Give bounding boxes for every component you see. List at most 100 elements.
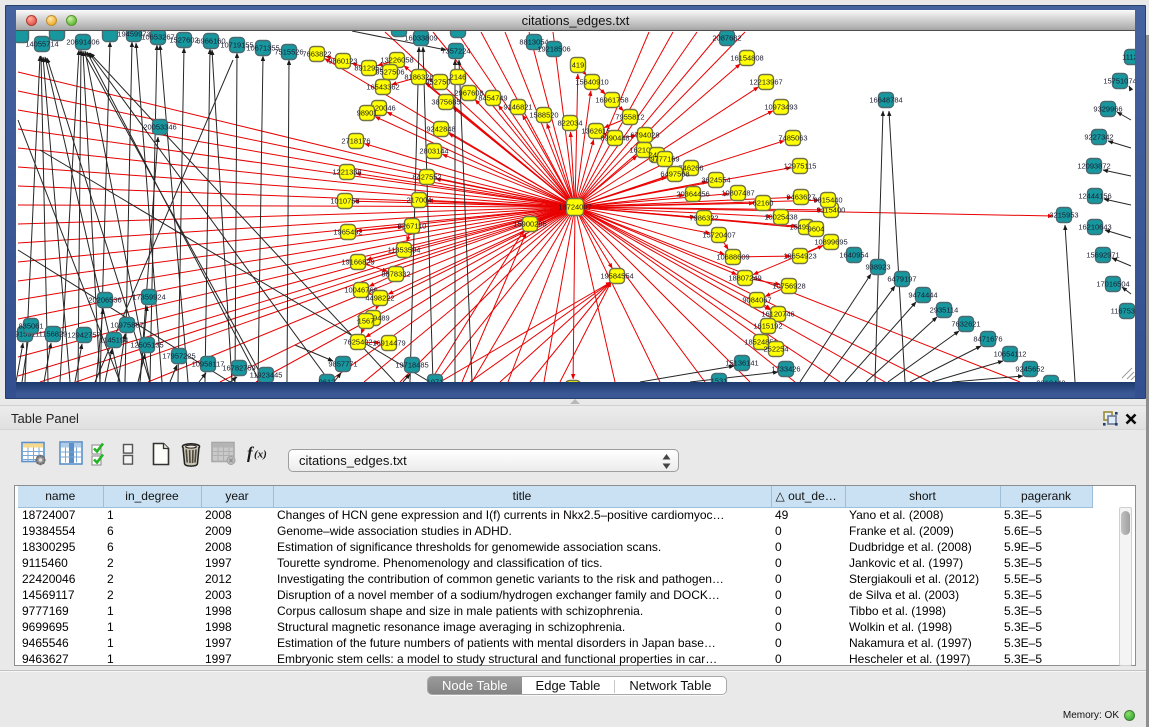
svg-text:252254: 252254 — [763, 345, 788, 354]
svg-text:12975115: 12975115 — [784, 162, 817, 171]
svg-text:15900295: 15900295 — [513, 220, 546, 229]
svg-text:8990448: 8990448 — [600, 134, 629, 143]
svg-text:419: 419 — [572, 61, 585, 70]
svg-text:938923: 938923 — [865, 263, 890, 272]
svg-text:3875685: 3875685 — [431, 98, 460, 107]
svg-text:9084067: 9084067 — [742, 296, 771, 305]
svg-text:9463627: 9463627 — [786, 193, 815, 202]
svg-text:7632621: 7632621 — [951, 320, 980, 329]
svg-text:1567: 1567 — [358, 317, 375, 326]
svg-text:19584554: 19584554 — [600, 272, 633, 281]
svg-text:16543362: 16543362 — [366, 83, 399, 92]
svg-text:4498222: 4498222 — [365, 294, 394, 303]
svg-text:7986322: 7986322 — [689, 214, 718, 223]
svg-text:19654923: 19654923 — [783, 252, 816, 261]
svg-text:7955812: 7955812 — [615, 113, 644, 122]
svg-text:15720407: 15720407 — [702, 231, 735, 240]
svg-text:15640910: 15640910 — [575, 78, 608, 87]
svg-text:217004: 217004 — [406, 196, 431, 205]
svg-text:18724007: 18724007 — [558, 203, 591, 212]
svg-text:16648784: 16648784 — [869, 96, 902, 105]
svg-text:7357224: 7357224 — [441, 47, 470, 56]
svg-text:16154808: 16154808 — [730, 54, 763, 63]
svg-text:11923445: 11923445 — [250, 371, 283, 380]
svg-text:10756928: 10756928 — [772, 282, 805, 291]
svg-text:8454749: 8454749 — [478, 94, 507, 103]
svg-text:15692971: 15692971 — [1086, 251, 1119, 260]
svg-text:19718485: 19718485 — [395, 361, 428, 370]
svg-text:98901: 98901 — [357, 109, 378, 118]
svg-text:1527602: 1527602 — [169, 36, 198, 45]
svg-text:10975887: 10975887 — [110, 321, 143, 330]
svg-text:1588520: 1588520 — [529, 111, 558, 120]
svg-text:(x): (x) — [254, 449, 267, 461]
svg-text:15136141: 15136141 — [725, 359, 758, 368]
svg-text:16033809: 16033809 — [404, 34, 437, 43]
svg-text:9474444: 9474444 — [908, 291, 937, 300]
svg-text:2087682: 2087682 — [712, 34, 741, 43]
svg-text:822034: 822034 — [557, 119, 582, 128]
svg-text:11353594: 11353594 — [388, 246, 421, 255]
svg-text:10958117: 10958117 — [192, 360, 225, 369]
svg-text:8427552: 8427552 — [412, 173, 441, 182]
svg-text:8267110: 8267110 — [398, 222, 427, 231]
svg-text:16914479: 16914479 — [372, 339, 405, 348]
svg-text:2935114: 2935114 — [930, 306, 959, 315]
svg-text:20364456: 20364456 — [676, 190, 709, 199]
svg-text:2146: 2146 — [450, 73, 467, 82]
svg-text:20053346: 20053346 — [143, 123, 176, 132]
svg-text:9604: 9604 — [808, 225, 825, 234]
svg-text:1145194: 1145194 — [100, 336, 129, 345]
svg-text:9527506: 9527506 — [375, 68, 404, 77]
svg-text:10973493: 10973493 — [764, 103, 797, 112]
svg-text:6794028: 6794028 — [630, 131, 659, 140]
svg-text:62160: 62160 — [753, 199, 774, 208]
svg-text:10025438: 10025438 — [764, 213, 797, 222]
svg-text:7663822: 7663822 — [302, 50, 331, 59]
svg-text:16210643: 16210643 — [1078, 223, 1111, 232]
svg-text:16961758: 16961758 — [595, 96, 628, 105]
svg-text:9329966: 9329966 — [1093, 105, 1122, 114]
svg-text:9227342: 9227342 — [1084, 133, 1113, 142]
svg-text:1156829: 1156829 — [39, 330, 68, 339]
svg-text:8878332: 8878332 — [381, 270, 410, 279]
svg-text:19218506: 19218506 — [537, 45, 570, 54]
svg-text:9242848: 9242848 — [426, 125, 455, 134]
svg-text:10899695: 10899695 — [814, 238, 847, 247]
svg-text:3215953: 3215953 — [1049, 211, 1078, 220]
svg-text:10688609: 10688609 — [716, 253, 749, 262]
svg-text:10654112: 10654112 — [994, 350, 1027, 359]
svg-text:10807487: 10807487 — [721, 189, 754, 198]
svg-text:3624554: 3624554 — [701, 176, 730, 185]
svg-text:9860123: 9860123 — [328, 57, 357, 66]
svg-text:1733426: 1733426 — [771, 365, 800, 374]
svg-text:19166829: 19166829 — [341, 258, 374, 267]
svg-text:12505135: 12505135 — [130, 341, 163, 350]
svg-text:1640954: 1640954 — [839, 251, 868, 260]
svg-text:7515526: 7515526 — [274, 48, 303, 57]
svg-text:7485063: 7485063 — [778, 134, 807, 143]
svg-text:1010755: 1010755 — [330, 197, 359, 206]
svg-text:17359924: 17359924 — [132, 293, 165, 302]
svg-text:9815440: 9815440 — [813, 196, 842, 205]
svg-text:12093872: 12093872 — [1077, 162, 1110, 171]
svg-text:12942757: 12942757 — [67, 331, 100, 340]
svg-text:17016504: 17016504 — [1096, 280, 1129, 289]
svg-text:9245652: 9245652 — [1015, 365, 1044, 374]
svg-text:6479197: 6479197 — [887, 275, 916, 284]
svg-text:20691406: 20691406 — [66, 38, 99, 47]
svg-text:6497568: 6497568 — [660, 170, 689, 179]
svg-text:18807249: 18807249 — [728, 274, 761, 283]
svg-text:16120746: 16120746 — [761, 310, 794, 319]
svg-text:9857771: 9857771 — [328, 360, 357, 369]
svg-text:12213967: 12213967 — [749, 78, 782, 87]
svg-text:20206536: 20206536 — [88, 296, 121, 305]
svg-text:13226058: 13226058 — [380, 56, 413, 65]
svg-text:1965492: 1965492 — [333, 228, 362, 237]
svg-text:2718176: 2718176 — [341, 137, 370, 146]
svg-text:9146821: 9146821 — [503, 103, 532, 112]
svg-text:15751074: 15751074 — [1103, 77, 1135, 86]
svg-text:7625402: 7625402 — [343, 338, 372, 347]
svg-text:1221338: 1221338 — [332, 168, 361, 177]
svg-text:8471676: 8471676 — [973, 335, 1002, 344]
